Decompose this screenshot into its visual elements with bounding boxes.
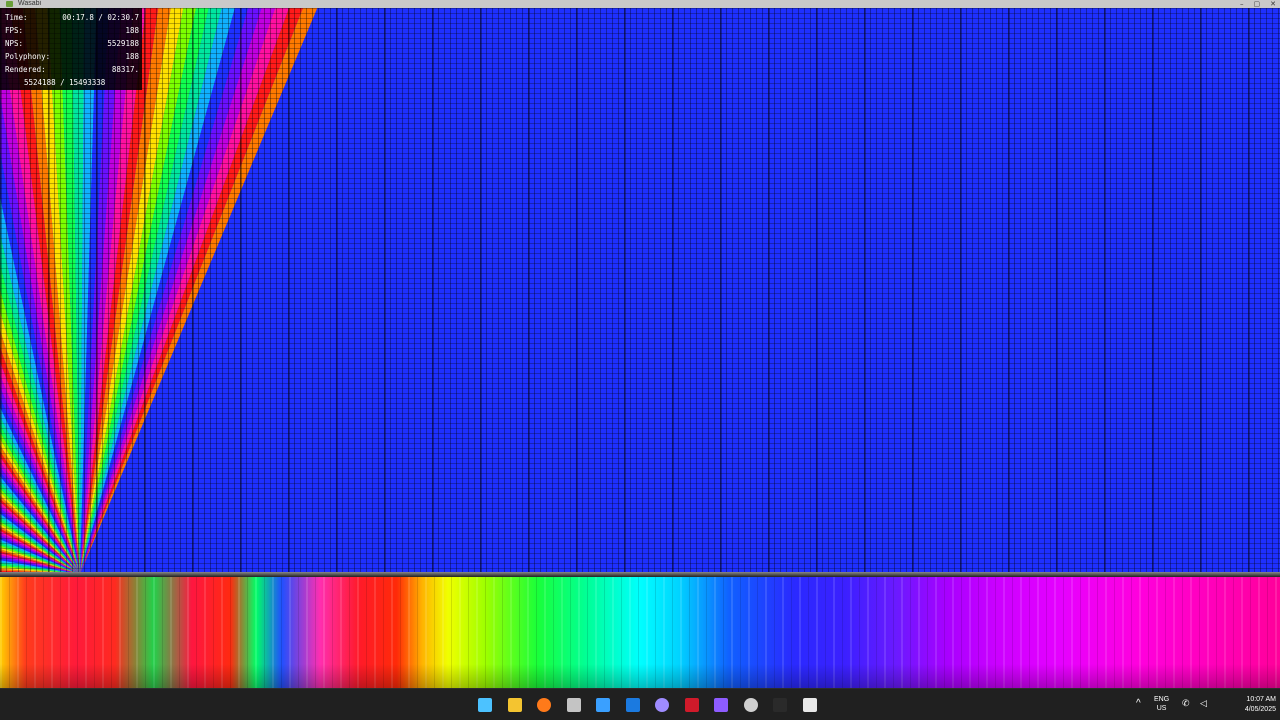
firefox-icon-glyph <box>537 698 551 712</box>
tray-chevron-icon[interactable]: ^ <box>1136 698 1141 709</box>
wifi-volume-icon[interactable]: ✆ ◁ <box>1182 698 1211 709</box>
outlook-icon[interactable] <box>622 695 644 715</box>
kmc-app-icon[interactable] <box>681 695 703 715</box>
window-controls: – ▢ ✕ <box>1240 0 1276 8</box>
keyboard-shade <box>0 664 1280 688</box>
outlook-icon-glyph <box>625 698 640 712</box>
window-title: Wasabi <box>18 0 42 7</box>
stat-notes-count: 5524188 / 15493338 <box>24 78 106 87</box>
clock[interactable]: 10:07 AM 4/05/2025 <box>1245 695 1276 715</box>
maximize-button[interactable]: ▢ <box>1254 0 1261 8</box>
settings-icon[interactable] <box>651 695 673 715</box>
video-app-icon-glyph <box>714 698 728 712</box>
stat-time: Time: 00:17.8 / 02:30.7 <box>5 13 139 22</box>
obs-icon-glyph <box>743 698 758 712</box>
settings-icon-glyph <box>655 698 669 712</box>
stat-polyphony: Polyphony: 188 <box>5 52 139 61</box>
rainbow-note-bands <box>0 8 1280 574</box>
firefox-icon[interactable] <box>533 695 555 715</box>
file-explorer-icon[interactable] <box>504 695 526 715</box>
video-app-icon[interactable] <box>710 695 732 715</box>
app-check-icon[interactable] <box>592 695 614 715</box>
wasabi-window-icon-glyph <box>802 698 817 712</box>
windows-start-icon-glyph <box>478 698 492 712</box>
language-indicator[interactable]: ENG US <box>1154 695 1169 713</box>
note-render-area <box>0 8 1280 574</box>
kmc-app-icon-glyph <box>684 698 699 712</box>
close-button[interactable]: ✕ <box>1270 0 1276 8</box>
stat-nps: NPS: 5529188 <box>5 39 139 48</box>
stats-panel: Time: 00:17.8 / 02:30.7 FPS: 188 NPS: 55… <box>0 8 142 90</box>
taskbar: ^ ENG US ✆ ◁ 10:07 AM 4/05/2025 <box>0 688 1280 720</box>
piano-keyboard <box>0 577 1280 688</box>
wasabi-app-icon <box>6 1 13 7</box>
wasabi-window-icon[interactable] <box>799 695 821 715</box>
obs-icon[interactable] <box>740 695 762 715</box>
app-check-icon-glyph <box>596 698 610 712</box>
windows-start-icon[interactable] <box>474 695 496 715</box>
minimize-button[interactable]: – <box>1240 0 1244 8</box>
microsoft-store-icon-glyph <box>566 698 581 712</box>
stat-rendered: Rendered: 88317. <box>5 65 139 74</box>
file-explorer-icon-glyph <box>507 698 522 712</box>
microsoft-store-icon[interactable] <box>563 695 585 715</box>
terminal-icon[interactable] <box>769 695 791 715</box>
system-tray: ^ ENG US ✆ ◁ 10:07 AM 4/05/2025 <box>1130 689 1280 720</box>
stat-fps: FPS: 188 <box>5 26 139 35</box>
terminal-icon-glyph <box>773 698 787 712</box>
title-bar: Wasabi – ▢ ✕ <box>0 0 1280 8</box>
